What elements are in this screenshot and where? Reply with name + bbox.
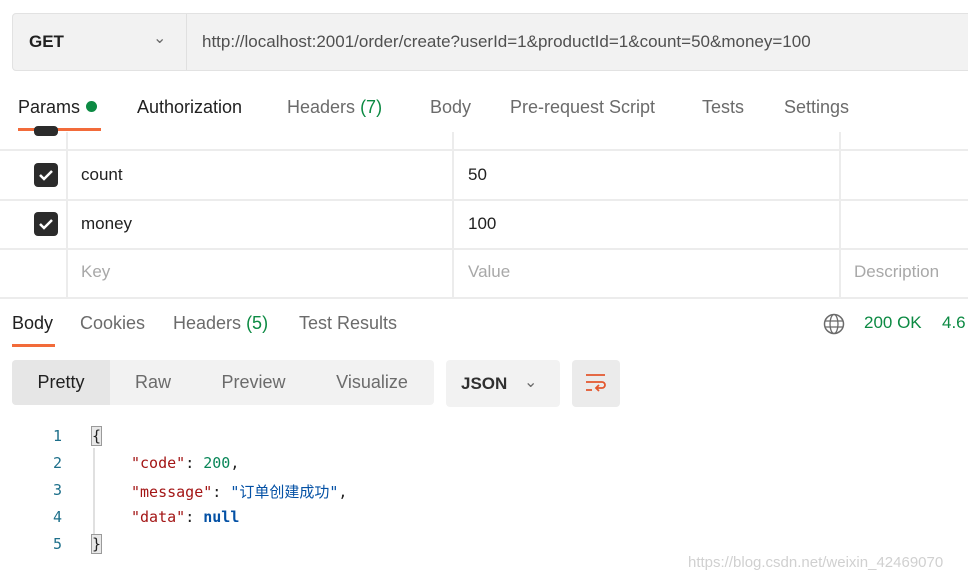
view-pretty[interactable]: Pretty bbox=[12, 360, 110, 405]
response-tab-body[interactable]: Body bbox=[12, 313, 53, 334]
json-key: "message" bbox=[131, 483, 213, 501]
format-label: JSON bbox=[461, 374, 508, 393]
method-label: GET bbox=[29, 32, 64, 51]
tab-label: Params bbox=[18, 97, 81, 117]
param-value[interactable]: 100 bbox=[468, 214, 496, 234]
checkbox-count[interactable] bbox=[34, 163, 58, 187]
watermark: https://blog.csdn.net/weixin_42469070 bbox=[688, 554, 944, 571]
param-value[interactable]: 50 bbox=[468, 165, 487, 185]
code-line: "data": null bbox=[131, 508, 240, 526]
view-visualize[interactable]: Visualize bbox=[311, 360, 433, 405]
key-placeholder[interactable]: Key bbox=[81, 262, 110, 282]
json-number: 200 bbox=[203, 454, 231, 472]
response-tab-test-results[interactable]: Test Results bbox=[299, 313, 397, 334]
tab-label: Headers bbox=[287, 97, 356, 117]
indent-guide bbox=[93, 448, 95, 534]
divider bbox=[0, 297, 968, 299]
json-key: "code" bbox=[131, 454, 186, 472]
view-mode-selector: Pretty Raw Preview Visualize bbox=[12, 360, 434, 405]
param-key[interactable]: money bbox=[81, 214, 132, 234]
tab-authorization[interactable]: Authorization bbox=[137, 97, 242, 118]
json-string: "订单创建成功" bbox=[230, 483, 339, 501]
line-number: 4 bbox=[52, 508, 62, 526]
divider bbox=[0, 248, 968, 250]
code-line: { bbox=[90, 426, 103, 446]
code-line: } bbox=[90, 534, 103, 554]
divider bbox=[0, 199, 968, 201]
active-tab-indicator bbox=[18, 128, 101, 131]
check-icon bbox=[39, 170, 53, 181]
method-select[interactable]: GET ⌄ bbox=[13, 14, 187, 70]
response-tab-cookies[interactable]: Cookies bbox=[80, 313, 145, 334]
active-tab-indicator bbox=[12, 344, 55, 347]
headers-count: (7) bbox=[360, 97, 383, 117]
tab-pre-request-script[interactable]: Pre-request Script bbox=[510, 97, 655, 118]
divider bbox=[66, 132, 68, 298]
chevron-down-icon: ⌄ bbox=[524, 374, 538, 391]
code-line: "message": "订单创建成功", bbox=[131, 483, 348, 501]
close-brace: } bbox=[90, 534, 103, 554]
params-active-dot bbox=[86, 101, 98, 112]
value-placeholder[interactable]: Value bbox=[468, 262, 510, 282]
tab-label: Headers bbox=[173, 313, 242, 333]
tab-headers[interactable]: Headers (7) bbox=[287, 97, 382, 118]
tab-params[interactable]: Params bbox=[18, 97, 98, 118]
view-preview[interactable]: Preview bbox=[196, 360, 311, 405]
response-tab-headers[interactable]: Headers (5) bbox=[173, 313, 268, 334]
checkbox[interactable] bbox=[34, 126, 58, 136]
param-key[interactable]: count bbox=[81, 165, 123, 185]
line-number: 2 bbox=[52, 454, 62, 472]
line-number: 1 bbox=[52, 427, 62, 445]
globe-icon[interactable] bbox=[823, 313, 845, 335]
tab-body[interactable]: Body bbox=[430, 97, 471, 118]
checkbox-money[interactable] bbox=[34, 212, 58, 236]
line-number: 3 bbox=[52, 481, 62, 499]
view-raw[interactable]: Raw bbox=[110, 360, 196, 405]
url-bar: GET ⌄ http://localhost:2001/order/create… bbox=[12, 13, 968, 71]
open-brace: { bbox=[90, 426, 103, 446]
format-select[interactable]: JSON ⌄ bbox=[446, 360, 560, 407]
divider bbox=[0, 149, 968, 151]
tab-settings[interactable]: Settings bbox=[784, 97, 849, 118]
chevron-down-icon: ⌄ bbox=[153, 30, 167, 47]
status-code[interactable]: 200 OK bbox=[864, 313, 922, 333]
json-null: null bbox=[203, 508, 240, 526]
code-line: "code": 200, bbox=[131, 454, 240, 472]
divider bbox=[452, 132, 454, 298]
divider bbox=[839, 132, 841, 298]
url-input[interactable]: http://localhost:2001/order/create?userI… bbox=[202, 32, 811, 52]
line-number: 5 bbox=[52, 535, 62, 553]
check-icon bbox=[39, 219, 53, 230]
response-time[interactable]: 4.6 bbox=[942, 313, 966, 333]
wrap-icon bbox=[586, 374, 606, 392]
wrap-lines-button[interactable] bbox=[572, 360, 620, 407]
json-key: "data" bbox=[131, 508, 186, 526]
headers-count: (5) bbox=[246, 313, 269, 333]
description-placeholder[interactable]: Description bbox=[854, 262, 939, 282]
tab-tests[interactable]: Tests bbox=[702, 97, 744, 118]
